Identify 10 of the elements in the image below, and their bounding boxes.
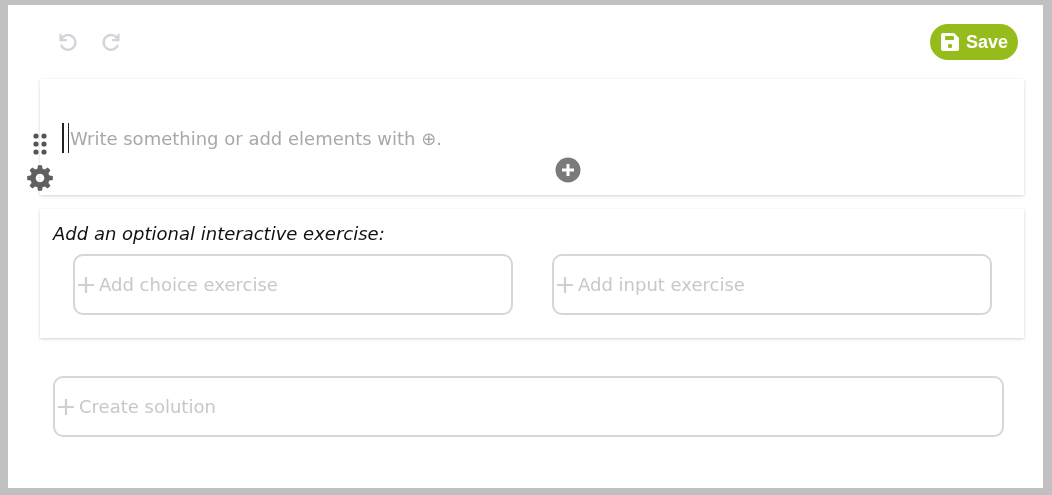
text-input[interactable]: Write something or add elements with ⊕.: [70, 127, 443, 149]
plus-icon: [57, 397, 75, 416]
save-button[interactable]: Save: [929, 24, 1018, 60]
drag-handle-icon[interactable]: [33, 133, 47, 155]
exercise-heading: Add an optional interactive exercise:: [53, 223, 386, 244]
plus-icon: [556, 275, 574, 294]
settings-icon[interactable]: [26, 164, 54, 192]
plus-icon: [77, 275, 95, 294]
text-cursor: [62, 123, 69, 153]
add-icon[interactable]: [555, 157, 581, 183]
